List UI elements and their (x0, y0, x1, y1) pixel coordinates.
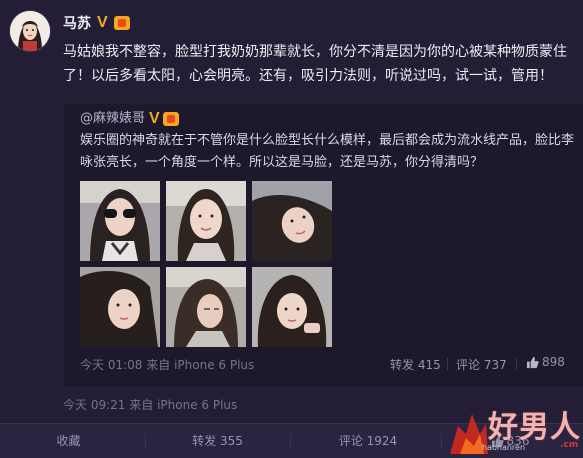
post-text: 马姑娘我不整容，脸型打我奶奶那辈就长，你分不清是因为你的心被某种物质蒙住了！以后… (63, 44, 567, 84)
verified-icon: V (97, 14, 108, 31)
photo-thumbnail-1[interactable] (80, 181, 160, 261)
repost-time[interactable]: 今天 01:08 (80, 358, 142, 372)
divider (441, 434, 442, 448)
member-badge-icon (113, 16, 130, 30)
post-time[interactable]: 今天 09:21 (63, 398, 125, 412)
repost-content: @麻辣婊哥 V 娱乐圈的神奇就在于不管你是什么脸型长什么模样，最后都会成为流水线产… (80, 108, 576, 174)
repost-source-prefix: 来自 (146, 358, 171, 372)
repost-member-badge-icon (162, 111, 179, 126)
repost-meta: 今天 01:08 来自 iPhone 6 Plus (80, 356, 254, 373)
repost-author-link[interactable]: @麻辣婊哥 (80, 111, 145, 126)
repost-like-count: 898 (542, 355, 565, 369)
repost-card: @麻辣婊哥 V 娱乐圈的神奇就在于不管你是什么脸型长什么模样，最后都会成为流水线产… (64, 104, 583, 387)
divider (516, 358, 517, 370)
repost-text: 娱乐圈的神奇就在于不管你是什么脸型长什么模样，最后都会成为流水线产品，脸比李咏张… (80, 133, 575, 170)
post-meta: 今天 09:21 来自 iPhone 6 Plus (63, 396, 237, 413)
repost-source-device[interactable]: iPhone 6 Plus (174, 358, 254, 372)
photo-thumbnail-2[interactable] (166, 181, 246, 261)
divider (447, 358, 448, 370)
watermark-subtext: haonanren (482, 443, 526, 452)
author-avatar[interactable] (10, 11, 50, 51)
photo-thumbnail-6[interactable] (252, 267, 332, 347)
favorite-button[interactable]: 收藏 (10, 424, 127, 458)
photo-thumbnail-5[interactable] (166, 267, 246, 347)
photo-thumbnail-4[interactable] (80, 267, 160, 347)
post-source-device[interactable]: iPhone 6 Plus (157, 398, 237, 412)
author-name[interactable]: 马苏 (63, 13, 91, 33)
repost-verified-icon: V (149, 109, 160, 127)
post-source-prefix: 来自 (129, 398, 154, 412)
divider (145, 434, 146, 448)
photo-thumbnail-3[interactable] (252, 181, 332, 261)
repost-comment-button[interactable]: 评论 737 (456, 356, 507, 373)
thumbs-up-icon (526, 356, 539, 368)
divider (290, 434, 291, 448)
comment-button[interactable]: 评论 1924 (296, 424, 440, 458)
repost-repost-button[interactable]: 转发 415 (390, 356, 441, 373)
author-row: 马苏 V (63, 12, 130, 34)
repost-button[interactable]: 转发 355 (150, 424, 285, 458)
watermark-domain: .cm (560, 440, 579, 450)
repost-like-button[interactable]: 898 (526, 355, 565, 369)
